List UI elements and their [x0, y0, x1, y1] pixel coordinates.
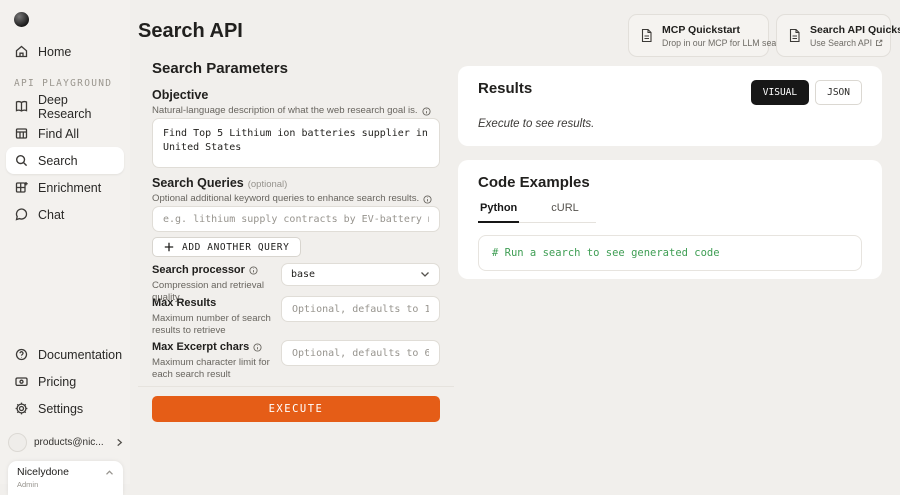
results-panel: Results VISUAL JSON Execute to see resul… [458, 66, 882, 146]
chevron-down-icon [420, 271, 430, 278]
search-query-input[interactable] [152, 206, 440, 232]
sidebar-item-label: Home [38, 45, 71, 59]
search-api-quickstart-text: Search API Quickstart Use Search API [810, 24, 900, 48]
tab-python[interactable]: Python [478, 202, 519, 223]
sidebar: Home API PLAYGROUND Deep Research Find A… [0, 0, 130, 484]
results-title: Results [478, 80, 532, 97]
page-title: Search API [138, 20, 243, 43]
help-icon [14, 347, 29, 362]
search-queries-label-text: Search Queries [152, 176, 244, 190]
objective-description: Natural-language description of what the… [152, 105, 440, 117]
max-results-description: Maximum number of search results to retr… [152, 313, 274, 338]
book-open-icon [14, 99, 29, 114]
search-queries-label: Search Queries (optional) [152, 176, 440, 190]
org-role: Admin [17, 480, 69, 489]
sidebar-item-label: Pricing [38, 375, 76, 389]
sidebar-item-documentation[interactable]: Documentation [6, 341, 124, 368]
info-icon[interactable] [249, 266, 258, 275]
sidebar-nav-playground: Deep Research Find All Search Enrichment… [6, 93, 124, 228]
sidebar-item-label: Deep Research [38, 93, 116, 121]
code-examples-title: Code Examples [478, 174, 862, 191]
home-icon [14, 44, 29, 59]
objective-description-text: Natural-language description of what the… [152, 105, 418, 117]
mcp-quickstart-card[interactable]: MCP Quickstart Drop in our MCP for LLM s… [628, 14, 769, 57]
file-icon [788, 28, 801, 43]
sidebar-item-find-all[interactable]: Find All [6, 120, 124, 147]
mcp-quickstart-subtitle-text: Drop in our MCP for LLM search [662, 38, 788, 48]
sidebar-item-search[interactable]: Search [6, 147, 124, 174]
pricing-icon [14, 374, 29, 389]
search-queries-description: Optional additional keyword queries to e… [152, 193, 440, 205]
plus-icon [164, 242, 174, 252]
enrichment-icon [14, 180, 29, 195]
sidebar-item-settings[interactable]: Settings [6, 395, 124, 422]
code-examples-panel: Code Examples Python cURL # Run a search… [458, 160, 882, 279]
max-excerpt-label-text: Max Excerpt chars [152, 341, 249, 353]
sidebar-nav-footer: Documentation Pricing Settings [6, 341, 124, 422]
sidebar-item-label: Chat [38, 208, 64, 222]
search-queries-description-text: Optional additional keyword queries to e… [152, 193, 419, 205]
app-logo-icon[interactable] [14, 12, 29, 27]
add-another-query-button[interactable]: ADD ANOTHER QUERY [152, 237, 301, 257]
account-email: products@nic... [34, 437, 108, 448]
sidebar-item-home[interactable]: Home [6, 38, 124, 65]
execute-button[interactable]: EXECUTE [152, 396, 440, 422]
external-link-icon [875, 39, 883, 47]
optional-tag: (optional) [248, 179, 288, 190]
sidebar-item-label: Find All [38, 127, 79, 141]
search-api-quickstart-subtitle-text: Use Search API [810, 38, 872, 48]
code-examples-tabs: Python cURL [478, 202, 596, 223]
info-icon[interactable] [423, 195, 432, 204]
file-icon [640, 28, 653, 43]
chevron-right-icon [115, 438, 124, 447]
org-info: Nicelydone Admin [17, 466, 69, 489]
chat-icon [14, 207, 29, 222]
max-excerpt-description: Maximum character limit for each search … [152, 357, 274, 382]
gear-icon [14, 401, 29, 416]
tab-curl[interactable]: cURL [549, 202, 581, 222]
org-name: Nicelydone [17, 466, 69, 478]
info-icon[interactable] [422, 107, 431, 116]
add-another-query-label: ADD ANOTHER QUERY [182, 242, 289, 253]
sidebar-item-label: Enrichment [38, 181, 101, 195]
results-view-toggle: VISUAL JSON [751, 80, 862, 105]
search-parameters-heading: Search Parameters [152, 60, 440, 77]
json-toggle-button[interactable]: JSON [815, 80, 862, 105]
max-excerpt-input[interactable] [281, 340, 440, 366]
max-results-input[interactable] [281, 296, 440, 322]
objective-label: Objective [152, 88, 440, 102]
search-processor-value: base [291, 269, 315, 280]
search-api-quickstart-title: Search API Quickstart [810, 24, 900, 36]
form-divider [138, 386, 454, 387]
code-block: # Run a search to see generated code [478, 235, 862, 271]
avatar [8, 433, 27, 452]
search-icon [14, 153, 29, 168]
sidebar-item-deep-research[interactable]: Deep Research [6, 93, 124, 120]
objective-input[interactable]: Find Top 5 Lithium ion batteries supplie… [152, 118, 440, 168]
sidebar-item-chat[interactable]: Chat [6, 201, 124, 228]
sidebar-item-label: Search [38, 154, 78, 168]
objective-label-text: Objective [152, 88, 208, 102]
info-icon[interactable] [253, 343, 262, 352]
search-processor-select[interactable]: base [281, 263, 440, 286]
visual-toggle-button[interactable]: VISUAL [751, 80, 809, 105]
search-processor-label-text: Search processor [152, 264, 245, 276]
search-api-quickstart-subtitle: Use Search API [810, 38, 900, 48]
sidebar-item-enrichment[interactable]: Enrichment [6, 174, 124, 201]
chevron-up-icon [105, 470, 114, 476]
sidebar-item-label: Documentation [38, 348, 122, 362]
sidebar-item-pricing[interactable]: Pricing [6, 368, 124, 395]
results-empty-message: Execute to see results. [478, 118, 862, 130]
account-row[interactable]: products@nic... [8, 430, 124, 454]
org-switcher[interactable]: Nicelydone Admin [8, 461, 123, 495]
sidebar-item-label: Settings [38, 402, 83, 416]
sidebar-nav-top: Home [6, 38, 124, 65]
search-api-quickstart-card[interactable]: Search API Quickstart Use Search API [776, 14, 891, 57]
table-icon [14, 126, 29, 141]
sidebar-section-api-playground: API PLAYGROUND [14, 78, 112, 89]
